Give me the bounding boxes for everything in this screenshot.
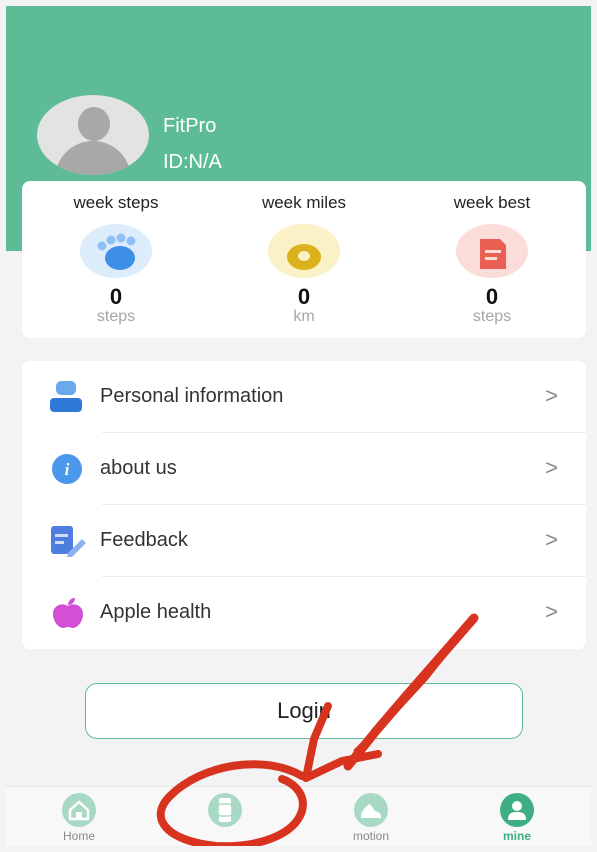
user-icon: [500, 793, 534, 827]
avatar[interactable]: [37, 95, 149, 175]
menu-label: about us: [100, 457, 177, 479]
menu-label: Personal information: [100, 385, 284, 407]
chevron-right-icon: >: [545, 383, 558, 408]
weekly-stats-card: week steps 0 steps week miles 0 km week …: [22, 181, 586, 338]
tab-home[interactable]: Home: [6, 787, 152, 846]
chevron-right-icon: >: [545, 455, 558, 480]
stat-week-miles: week miles 0 km: [210, 181, 398, 338]
chevron-right-icon: >: [545, 599, 558, 624]
avatar-head: [78, 107, 110, 141]
app-screen: FitPro ID:N/A week steps 0 steps week mi…: [6, 6, 591, 846]
stat-value: 0: [109, 284, 123, 309]
stat-week-steps: week steps 0 steps: [22, 181, 210, 338]
stat-title: week miles: [261, 193, 347, 212]
user-id: ID:N/A: [163, 151, 222, 173]
stat-unit: steps: [96, 308, 136, 325]
login-button[interactable]: Login: [85, 683, 523, 739]
watch-icon: [208, 793, 242, 827]
feedback-icon: [48, 525, 88, 557]
tab-motion[interactable]: motion: [298, 787, 444, 846]
stat-week-best: week best 0 steps: [398, 181, 586, 338]
user-name: FitPro: [163, 115, 217, 137]
info-icon: i: [48, 453, 88, 485]
menu-label: Feedback: [100, 529, 188, 551]
tab-label: mine: [502, 829, 531, 843]
person-icon: [48, 381, 88, 413]
svg-text:i: i: [65, 460, 70, 479]
tab-device[interactable]: [152, 787, 298, 846]
stat-title: week steps: [73, 193, 159, 212]
shoe-icon: [354, 793, 388, 827]
footprint-icon: [80, 224, 152, 278]
distance-icon: [268, 224, 340, 278]
trophy-document-icon: [456, 224, 528, 278]
stat-unit: steps: [472, 308, 512, 325]
menu-label: Apple health: [100, 601, 212, 623]
stat-value: 0: [297, 284, 311, 309]
menu-item-about-us[interactable]: i about us >: [22, 433, 586, 505]
menu-item-feedback[interactable]: Feedback >: [22, 505, 586, 577]
home-icon: [62, 793, 96, 827]
stat-unit: km: [293, 308, 315, 325]
bottom-tab-bar: Home motion mine: [6, 786, 591, 846]
apple-icon: [48, 597, 88, 629]
menu-item-apple-health[interactable]: Apple health >: [22, 577, 586, 649]
chevron-right-icon: >: [545, 527, 558, 552]
avatar-body: [55, 141, 131, 175]
menu-item-personal-information[interactable]: Personal information >: [22, 361, 586, 433]
settings-menu: Personal information > i about us > Feed…: [22, 361, 586, 649]
stat-value: 0: [485, 284, 499, 309]
tab-mine[interactable]: mine: [444, 787, 590, 846]
tab-label: Home: [62, 829, 95, 843]
stat-title: week best: [453, 193, 531, 212]
tab-label: motion: [352, 829, 390, 843]
